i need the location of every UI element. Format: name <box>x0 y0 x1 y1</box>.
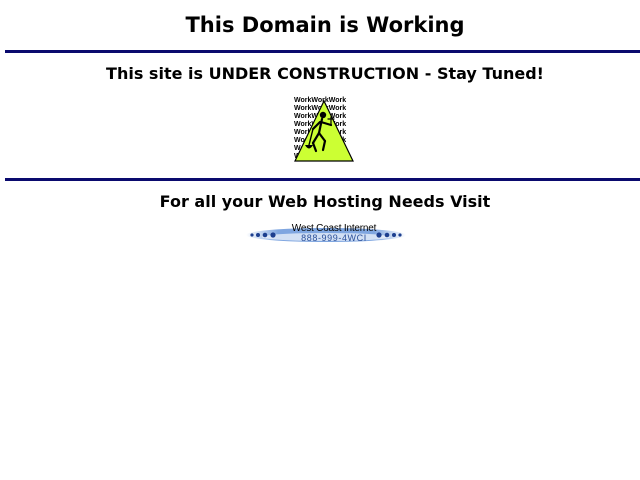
middle-divider <box>5 178 640 181</box>
page-title: This Domain is Working <box>185 13 465 37</box>
hosting-prompt: For all your Web Hosting Needs Visit <box>159 192 491 211</box>
banner-phone-number: 888-999-4WCI <box>301 233 367 243</box>
west-coast-internet-banner-link[interactable]: West Coast Internet 888-999-4WCI <box>246 222 406 244</box>
construction-message: This site is UNDER CONSTRUCTION - Stay T… <box>106 64 544 83</box>
page: This Domain is Working This site is UNDE… <box>0 0 640 480</box>
work-text-row: WorkWorkWork <box>294 97 346 104</box>
top-divider <box>5 50 640 53</box>
construction-sign-icon: WorkWorkWorkWorkWorkWorkWorkWorkWorkWork… <box>294 97 354 162</box>
